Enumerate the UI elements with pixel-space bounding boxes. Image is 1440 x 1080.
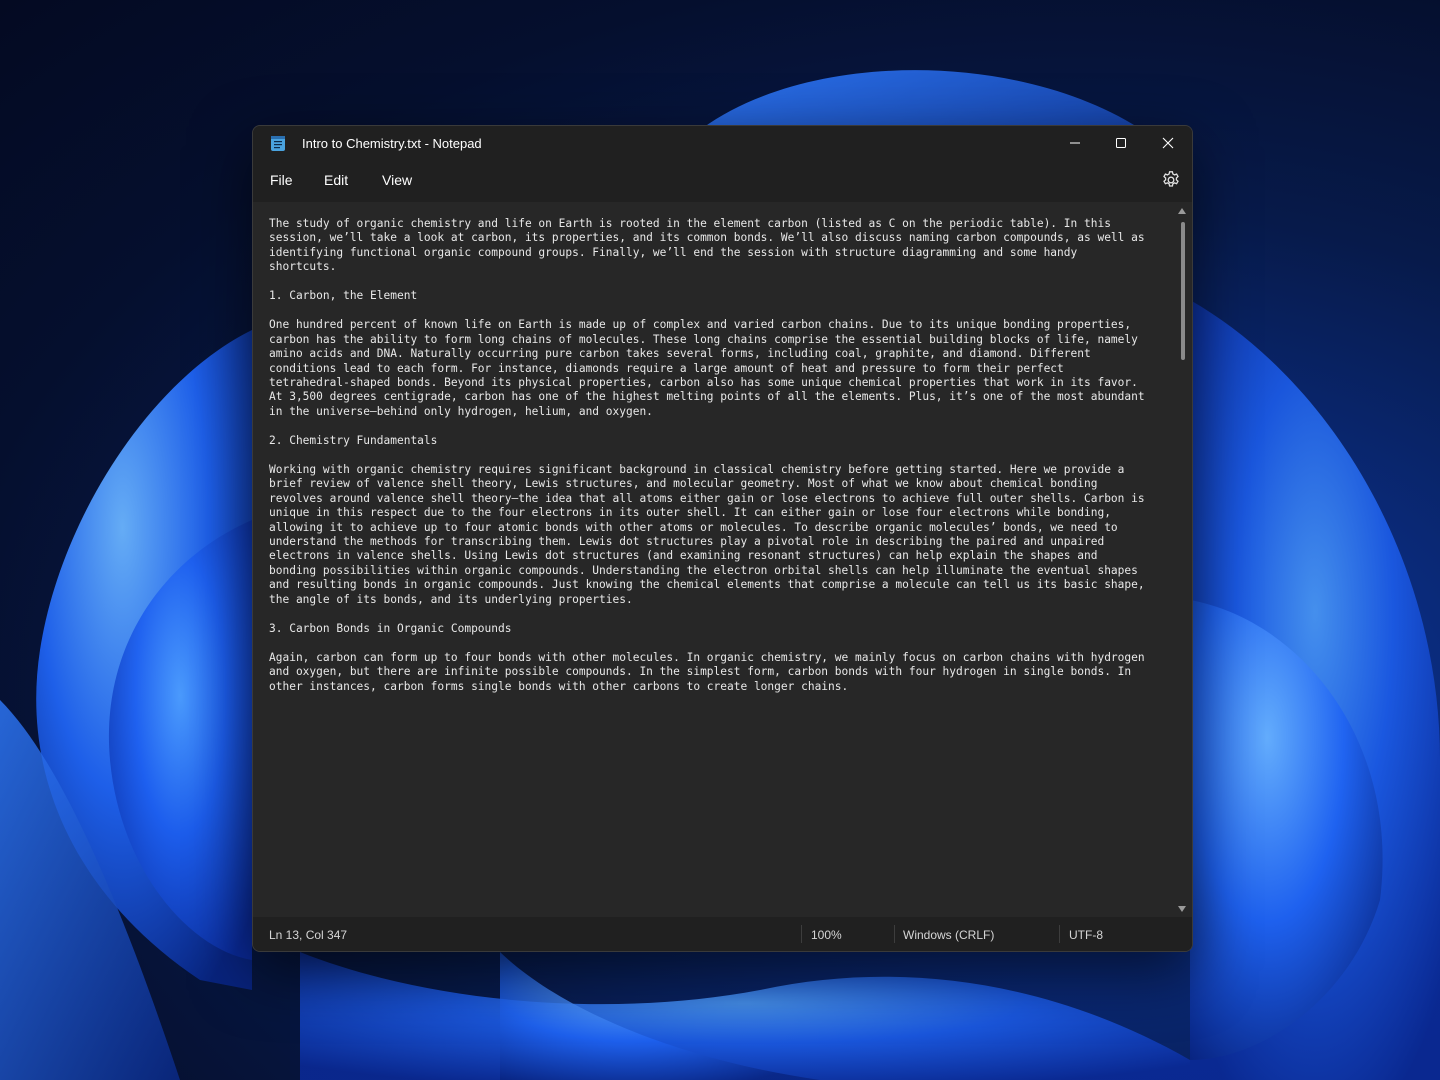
- scroll-down-arrow-icon[interactable]: [1177, 905, 1187, 913]
- menu-edit[interactable]: Edit: [322, 172, 350, 188]
- menu-file[interactable]: File: [268, 172, 295, 188]
- menu-bar: File Edit View: [253, 160, 1192, 202]
- status-divider: [1059, 925, 1060, 943]
- scroll-up-arrow-icon[interactable]: [1177, 207, 1187, 215]
- minimize-button[interactable]: [1052, 126, 1098, 160]
- cursor-position: Ln 13, Col 347: [269, 928, 348, 942]
- status-divider: [801, 925, 802, 943]
- vertical-scrollbar-thumb[interactable]: [1181, 222, 1185, 360]
- status-divider: [894, 925, 895, 943]
- notepad-window: Intro to Chemistry.txt - Notepad File Ed…: [252, 125, 1193, 952]
- notepad-icon: [271, 136, 285, 151]
- text-editor[interactable]: The study of organic chemistry and life …: [253, 202, 1192, 917]
- close-button[interactable]: [1145, 126, 1191, 160]
- encoding: UTF-8: [1069, 928, 1103, 942]
- maximize-icon: [1116, 138, 1126, 148]
- maximize-button[interactable]: [1098, 126, 1144, 160]
- document-text[interactable]: The study of organic chemistry and life …: [269, 217, 1169, 694]
- gear-icon[interactable]: [1161, 170, 1181, 190]
- menu-view[interactable]: View: [380, 172, 414, 188]
- line-ending: Windows (CRLF): [903, 928, 995, 942]
- minimize-icon: [1070, 142, 1080, 144]
- title-bar[interactable]: Intro to Chemistry.txt - Notepad: [253, 126, 1192, 160]
- close-icon: [1162, 137, 1174, 149]
- status-bar: Ln 13, Col 347 100% Windows (CRLF) UTF-8: [253, 917, 1192, 951]
- window-title: Intro to Chemistry.txt - Notepad: [302, 136, 482, 151]
- zoom-level: 100%: [811, 928, 842, 942]
